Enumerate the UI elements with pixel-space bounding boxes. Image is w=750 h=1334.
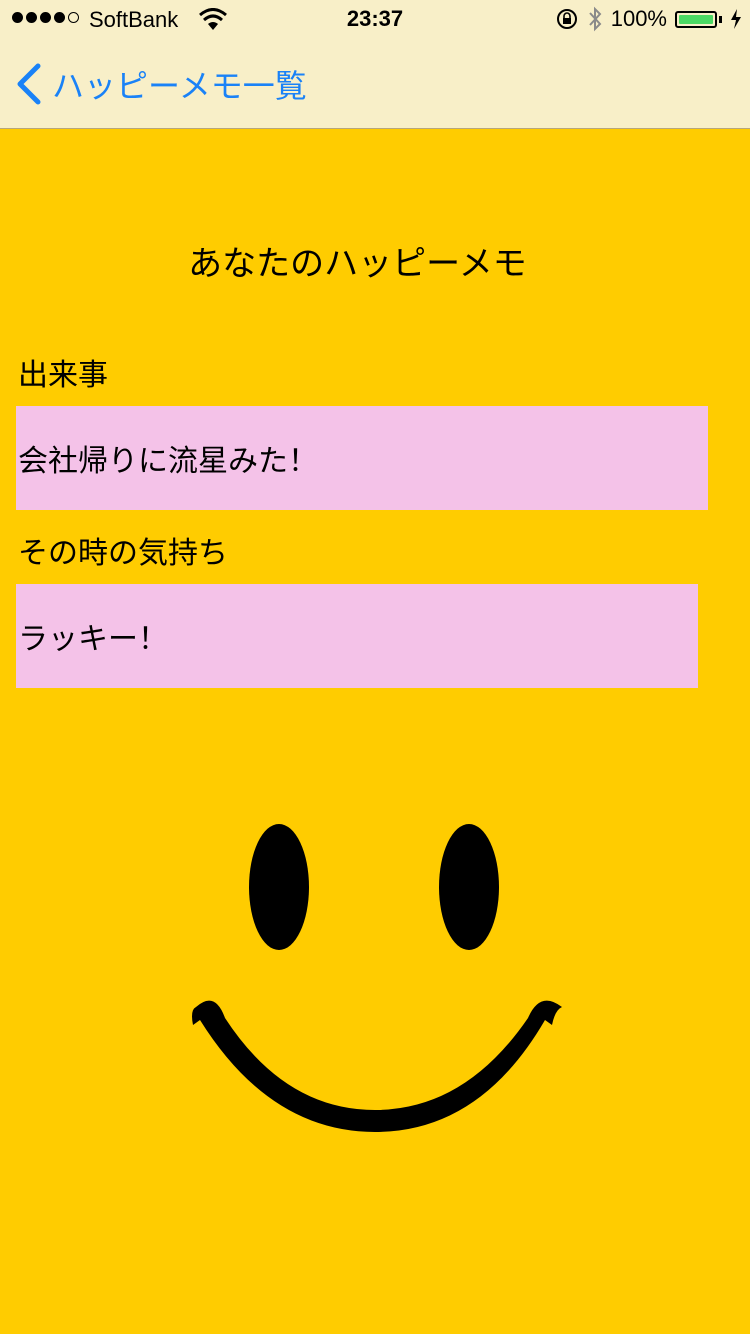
smile-mouth xyxy=(192,1000,562,1132)
charging-bolt-icon xyxy=(731,9,741,29)
right-eye xyxy=(439,824,499,950)
event-value: 会社帰りに流星みた！ xyxy=(18,444,318,479)
smiley-face-icon xyxy=(192,824,562,1132)
status-bar: SoftBank 23:37 100% xyxy=(0,0,750,40)
back-button-label: ハッピーメモ一覧 xyxy=(52,67,307,105)
feeling-field[interactable]: ラッキー！ xyxy=(16,584,698,688)
top-bar: SoftBank 23:37 100% ハッピーメモ一覧 xyxy=(0,0,750,129)
feeling-value: ラッキー！ xyxy=(18,622,168,657)
event-label: 出来事 xyxy=(18,358,108,393)
bluetooth-icon xyxy=(588,6,602,32)
rotation-lock-icon xyxy=(556,9,577,29)
battery-percent: 100% xyxy=(610,6,667,31)
navigation-bar: ハッピーメモ一覧 xyxy=(0,40,750,128)
battery-icon xyxy=(675,10,717,28)
left-eye xyxy=(249,824,309,950)
event-field[interactable]: 会社帰りに流星みた！ xyxy=(16,406,708,510)
chevron-left-icon xyxy=(17,63,41,105)
feeling-label: その時の気持ち xyxy=(18,536,228,571)
back-button[interactable]: ハッピーメモ一覧 xyxy=(14,40,307,128)
page-title: あなたのハッピーメモ xyxy=(188,244,527,284)
